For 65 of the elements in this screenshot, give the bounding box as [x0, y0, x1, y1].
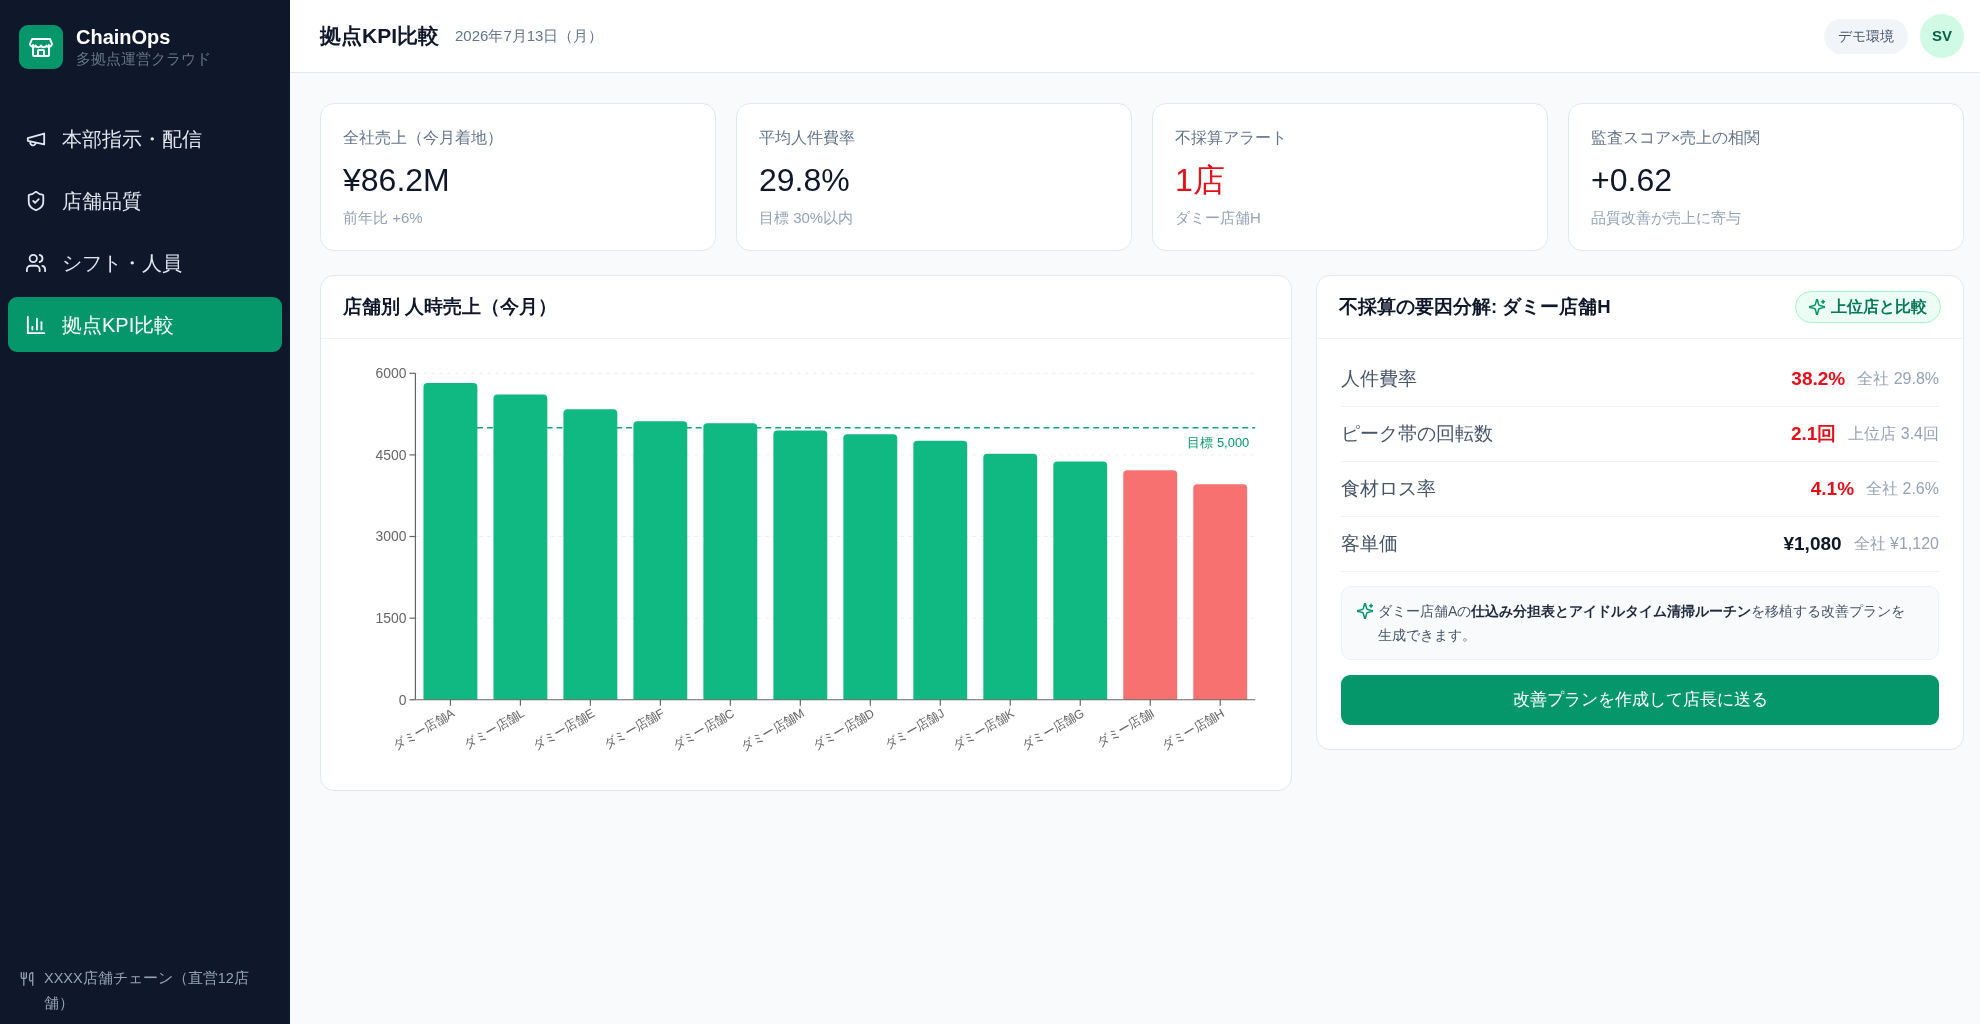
- target-label: 目標 5,000: [1187, 434, 1250, 450]
- date-text: 2026年7月13日（月）: [455, 25, 604, 46]
- brand-tagline: 多拠点運営クラウド: [76, 49, 211, 69]
- kpi-value: +0.62: [1591, 161, 1672, 200]
- note-text: ダミー店舗Aの仕込み分担表とアイドルタイム清掃ルーチンを移植する改善プランを生成できます。: [1378, 602, 1907, 645]
- shield-check-icon: [26, 190, 46, 211]
- fork-knife-icon: [20, 971, 34, 987]
- kpi-value: 1店: [1175, 161, 1225, 200]
- bar-chart-icon: [26, 314, 46, 335]
- store-icon: [19, 25, 63, 69]
- compare-button[interactable]: 上位店と比較: [1795, 291, 1941, 323]
- nav-item[interactable]: 店舗品質: [8, 173, 282, 228]
- axis-label: 1500: [375, 610, 407, 627]
- metric-comparison: 上位店 3.4回: [1848, 424, 1939, 444]
- kpi-label: 監査スコア×売上の相関: [1591, 128, 1761, 148]
- axis-label: 0: [398, 691, 407, 708]
- send-plan-button[interactable]: 改善プランを作成して店長に送る: [1341, 675, 1939, 725]
- nav-item[interactable]: 本部指示・配信: [8, 111, 282, 166]
- kpi-value: 29.8%: [759, 161, 850, 200]
- people-icon: [26, 252, 46, 273]
- metric-value: 38.2%: [1791, 366, 1846, 391]
- axis-label: 6000: [375, 365, 407, 382]
- metric-label: 客単価: [1341, 531, 1398, 556]
- kpi-note: 目標 30%以内: [759, 208, 854, 228]
- nav-item[interactable]: シフト・人員: [8, 235, 282, 290]
- metric-label: 食材ロス率: [1341, 476, 1436, 501]
- metric-value: ¥1,080: [1783, 531, 1842, 556]
- metric-label: ピーク帯の回転数: [1341, 421, 1493, 446]
- axis-label: ダミー店舗I: [1094, 706, 1157, 750]
- chain-name: XXXX店舗チェーン（直営12店舗）: [44, 969, 250, 1013]
- axis-label: ダミー店舗E: [530, 706, 597, 753]
- sparkle-icon: [1809, 299, 1825, 315]
- kpi-note: 品質改善が売上に寄与: [1591, 208, 1741, 228]
- kpi-label: 不採算アラート: [1175, 128, 1287, 148]
- kpi-label: 全社売上（今月着地）: [343, 128, 503, 148]
- nav-item[interactable]: 拠点KPI比較: [8, 297, 282, 352]
- kpi-label: 平均人件費率: [759, 128, 855, 148]
- axis-label: ダミー店舗M: [738, 706, 807, 754]
- axis-label: ダミー店舗F: [601, 706, 667, 753]
- axis-label: 3000: [375, 528, 407, 545]
- axis-label: ダミー店舗A: [390, 706, 457, 753]
- kpi-note: 前年比 +6%: [343, 208, 423, 228]
- metric-comparison: 全社 29.8%: [1857, 369, 1939, 389]
- axis-label: ダミー店舗L: [461, 706, 527, 752]
- environment-badge: デモ環境: [1824, 18, 1908, 54]
- kpi-value: ¥86.2M: [343, 161, 450, 200]
- axis-label: ダミー店舗D: [810, 706, 877, 753]
- axis-label: ダミー店舗J: [882, 706, 947, 752]
- sparkle-icon: [1357, 603, 1373, 619]
- chart-title: 店舗別 人時売上（今月）: [343, 295, 558, 320]
- page-title: 拠点KPI比較: [320, 23, 439, 50]
- axis-label: ダミー店舗K: [950, 706, 1017, 753]
- brand-name: ChainOps: [76, 25, 172, 50]
- axis-label: ダミー店舗G: [1019, 706, 1087, 754]
- metric-value: 4.1%: [1810, 476, 1855, 501]
- metric-comparison: 全社 ¥1,120: [1853, 534, 1939, 554]
- axis-label: ダミー店舗H: [1159, 706, 1227, 753]
- metric-comparison: 全社 2.6%: [1866, 479, 1939, 499]
- breakdown-title: 不採算の要因分解: ダミー店舗H: [1339, 295, 1611, 320]
- kpi-note: ダミー店舗H: [1175, 208, 1261, 228]
- axis-label: ダミー店舗C: [670, 706, 737, 753]
- metric-value: 2.1回: [1790, 421, 1837, 446]
- metric-label: 人件費率: [1341, 366, 1417, 391]
- user-avatar[interactable]: SV: [1920, 14, 1964, 58]
- axis-label: 4500: [375, 446, 407, 463]
